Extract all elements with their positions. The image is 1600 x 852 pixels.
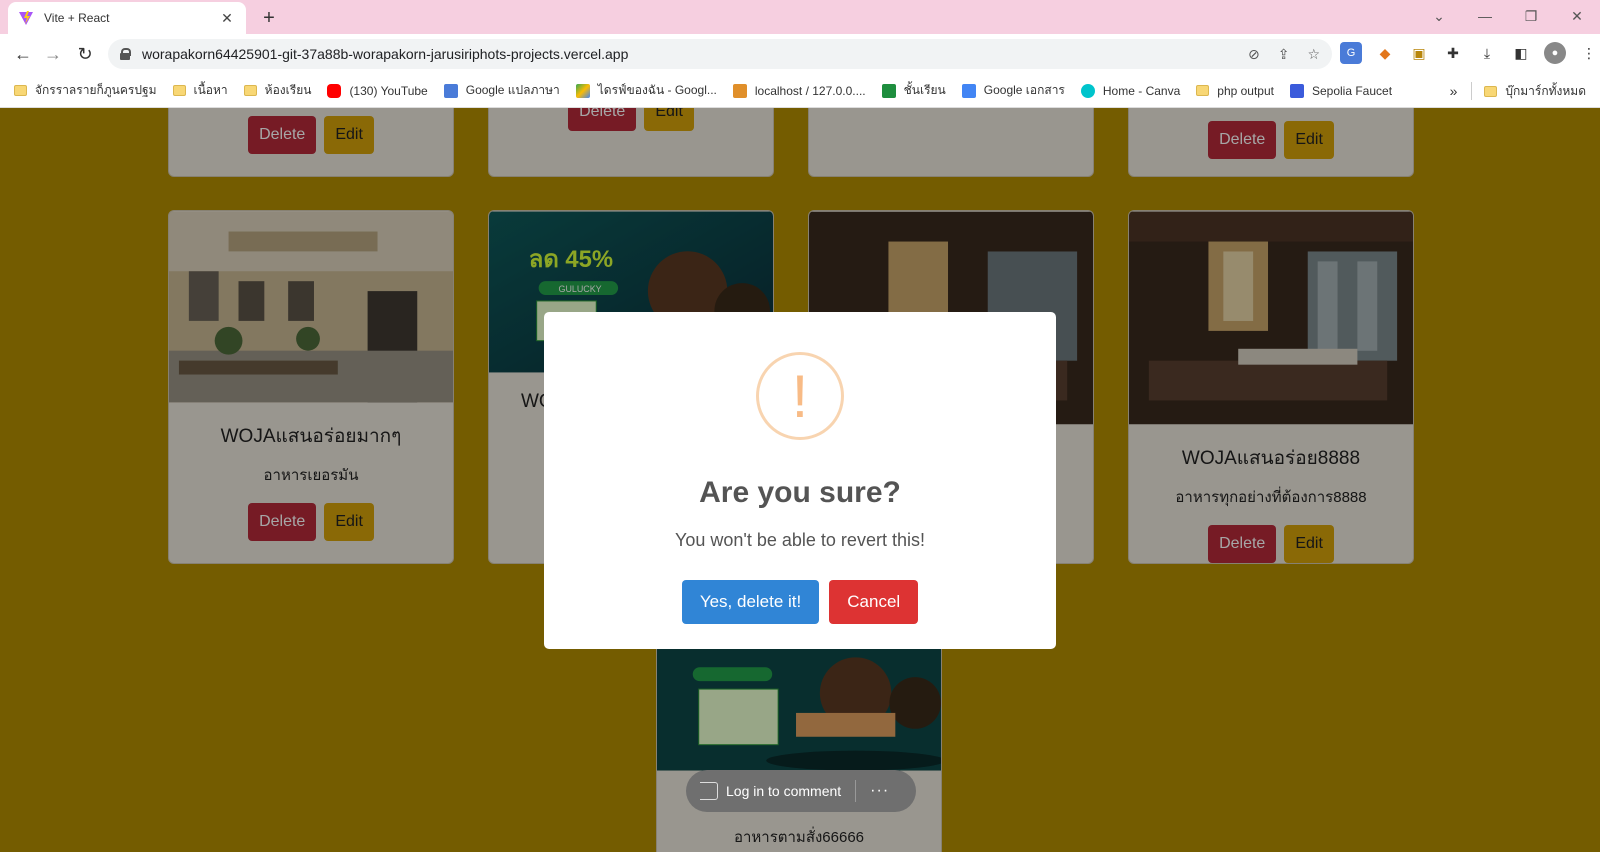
tab-title: Vite + React: [44, 11, 110, 25]
tab-search-icon[interactable]: ⌄: [1416, 0, 1462, 34]
bookmarks-overflow-button[interactable]: »: [1450, 83, 1458, 99]
folder-icon: [1196, 85, 1210, 96]
folder-icon: [1484, 85, 1498, 97]
bookmarks-bar: จักรราลรายก็ภูนครปฐม เนื้อหา ห้องเรียน (…: [0, 74, 1600, 108]
close-tab-icon[interactable]: ✕: [218, 10, 236, 27]
bookmark-item[interactable]: ไดรฟ์ของฉัน - Googl...: [575, 81, 717, 100]
bookmark-item[interactable]: Google เอกสาร: [961, 81, 1065, 100]
menu-icon[interactable]: ⋮: [1578, 42, 1600, 64]
login-icon[interactable]: [700, 782, 718, 800]
minimize-button[interactable]: —: [1462, 0, 1508, 34]
canva-icon: [1080, 83, 1095, 98]
login-to-comment-button[interactable]: Log in to comment: [726, 783, 841, 799]
window-controls: ⌄ — ❐ ✕: [1416, 0, 1600, 34]
bookmark-item[interactable]: Sepolia Faucet: [1289, 83, 1392, 98]
metamask-icon[interactable]: ◆: [1374, 42, 1396, 64]
eye-off-icon[interactable]: ⊘: [1248, 46, 1260, 63]
url-text[interactable]: worapakorn64425901-git-37a88b-worapakorn…: [142, 46, 1248, 62]
divider: [855, 780, 857, 802]
bookmark-item[interactable]: php output: [1196, 84, 1274, 98]
bookmark-item[interactable]: Google แปลภาษา: [443, 81, 560, 100]
phpmyadmin-icon: [732, 83, 747, 98]
dialog-text: You won't be able to revert this!: [675, 530, 925, 550]
folder-icon: [14, 85, 27, 96]
sepolia-icon: [1289, 83, 1304, 98]
vite-icon: [19, 11, 33, 25]
bookmark-item[interactable]: เนื้อหา: [172, 81, 228, 100]
tab-strip: Vite + React ✕ + ⌄ — ❐ ✕: [0, 0, 1600, 34]
lock-icon[interactable]: [120, 48, 131, 60]
youtube-icon: [327, 83, 342, 98]
warning-icon: !: [756, 352, 844, 440]
bookmark-item[interactable]: (130) YouTube: [327, 83, 428, 98]
bookmark-item[interactable]: Home - Canva: [1080, 83, 1180, 98]
bookmark-item[interactable]: ห้องเรียน: [243, 81, 311, 100]
extensions-puzzle-icon[interactable]: ✚: [1442, 42, 1464, 64]
comment-toolbar: Log in to comment ···: [686, 770, 916, 812]
browser-tab[interactable]: Vite + React ✕: [8, 2, 246, 34]
bookmark-item[interactable]: ชั้นเรียน: [881, 81, 946, 100]
translate-extension-icon[interactable]: G: [1340, 42, 1362, 64]
cancel-button[interactable]: Cancel: [829, 580, 919, 624]
restore-button[interactable]: ❐: [1508, 0, 1554, 34]
folder-icon: [243, 85, 257, 96]
docs-icon: [961, 83, 976, 98]
confirm-delete-button[interactable]: Yes, delete it!: [681, 580, 820, 624]
profile-avatar[interactable]: ●: [1544, 42, 1566, 64]
new-tab-button[interactable]: +: [256, 5, 282, 31]
close-window-button[interactable]: ✕: [1554, 0, 1600, 34]
bookmark-item[interactable]: localhost / 127.0.0....: [732, 83, 866, 98]
translate-icon: [443, 83, 458, 98]
reload-button[interactable]: ↻: [72, 42, 98, 66]
divider: [1471, 82, 1473, 100]
classroom-icon: [881, 83, 896, 98]
folder-icon: [172, 85, 186, 96]
more-options-icon[interactable]: ···: [870, 782, 889, 800]
dialog-title: Are you sure?: [699, 476, 901, 509]
confirm-dialog: ! Are you sure? You won't be able to rev…: [544, 312, 1056, 649]
side-panel-icon[interactable]: ◧: [1510, 42, 1532, 64]
share-icon[interactable]: ⇪: [1278, 46, 1290, 63]
back-button[interactable]: ←: [10, 42, 36, 66]
wallet-extension-icon[interactable]: ▣: [1408, 42, 1430, 64]
download-icon[interactable]: ⤓: [1476, 42, 1498, 64]
forward-button[interactable]: →: [40, 42, 66, 66]
browser-toolbar: ← → ↻ worapakorn64425901-git-37a88b-wora…: [0, 34, 1600, 74]
drive-icon: [575, 83, 590, 98]
address-bar[interactable]: worapakorn64425901-git-37a88b-worapakorn…: [108, 39, 1332, 69]
bookmark-star-icon[interactable]: ☆: [1307, 46, 1320, 63]
bookmark-item[interactable]: จักรราลรายก็ภูนครปฐม: [14, 81, 157, 100]
all-bookmarks-label[interactable]: บุ๊กมาร์กทั้งหมด: [1505, 82, 1586, 101]
